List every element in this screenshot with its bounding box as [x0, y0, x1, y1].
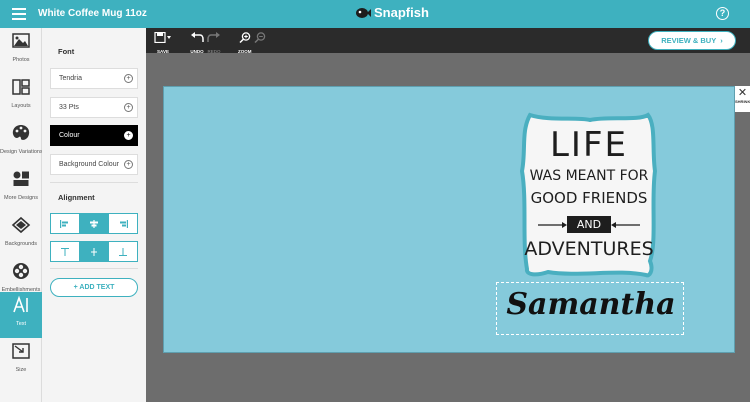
align-left-icon	[60, 219, 68, 228]
redo-icon	[207, 32, 220, 42]
nav-item-size[interactable]: Size	[0, 338, 42, 384]
undo-label: UNDO	[190, 49, 204, 54]
expand-icon: +	[124, 74, 133, 83]
hamburger-menu-icon[interactable]	[12, 8, 26, 20]
left-nav: Photos Layouts Design Variations More De…	[0, 28, 43, 402]
size-icon	[12, 343, 30, 359]
save-icon	[154, 31, 171, 44]
nav-item-backgrounds[interactable]: Backgrounds	[0, 212, 42, 258]
zoom-label: ZOOM	[238, 49, 252, 54]
add-text-button[interactable]: + ADD TEXT	[50, 278, 138, 297]
embellishments-icon	[13, 263, 29, 279]
zoom-out-icon	[254, 32, 266, 44]
personalized-name[interactable]: Samantha	[497, 287, 685, 322]
horizontal-alignment-group	[50, 213, 138, 234]
align-left-button[interactable]	[51, 214, 80, 233]
zoom-in-button[interactable]: ZOOM	[238, 30, 252, 54]
font-family-field[interactable]: Tendria +	[50, 68, 138, 89]
review-and-buy-button[interactable]: REVIEW & BUY ›	[648, 31, 736, 50]
align-middle-button[interactable]	[80, 242, 109, 261]
more-designs-icon	[13, 171, 29, 186]
editor-toolbar: SAVE UNDO REDO ZOOM REVIEW & BUY ›	[146, 28, 750, 54]
font-family-value: Tendria	[59, 75, 82, 82]
background-colour-field[interactable]: Background Colour +	[50, 154, 138, 175]
quote-line-3: GOOD FRIENDS	[530, 189, 648, 207]
nav-label: Text	[15, 321, 27, 327]
side-close-tab[interactable]: ✕ SHRINK	[735, 86, 750, 112]
align-right-button[interactable]	[109, 214, 137, 233]
align-middle-icon	[91, 247, 97, 256]
align-center-button[interactable]	[80, 214, 109, 233]
nav-item-photos[interactable]: Photos	[0, 28, 42, 74]
nav-label: More Designs	[4, 195, 38, 201]
quote-artwork[interactable]: LIFE WAS MEANT FOR GOOD FRIENDS AND ADVE…	[518, 111, 660, 279]
palette-icon	[12, 125, 30, 140]
nav-label: Layouts	[11, 103, 31, 109]
photos-icon	[12, 33, 30, 48]
nav-label: Backgrounds	[4, 241, 38, 247]
quote-line-4: AND	[567, 216, 611, 233]
zoom-in-icon	[239, 32, 250, 44]
nav-item-text[interactable]: Text	[0, 292, 42, 338]
name-text-box[interactable]: Samantha	[496, 282, 684, 335]
chevron-right-icon: ›	[718, 36, 723, 45]
nav-item-more-designs[interactable]: More Designs	[0, 166, 42, 212]
expand-icon: +	[124, 103, 133, 112]
font-size-field[interactable]: 33 Pts +	[50, 97, 138, 118]
save-button[interactable]: SAVE	[154, 30, 172, 54]
text-icon	[13, 295, 28, 313]
quote-line-2: WAS MEANT FOR	[529, 168, 649, 184]
undo-icon	[191, 32, 204, 42]
align-bottom-button[interactable]	[109, 242, 137, 261]
alignment-heading: Alignment	[58, 193, 95, 202]
text-properties-panel: Font Tendria + 33 Pts + Colour + Backgro…	[42, 28, 146, 402]
redo-button[interactable]: REDO	[207, 30, 221, 54]
nav-label: Size	[15, 367, 27, 373]
expand-icon: +	[124, 160, 133, 169]
quote-line-5: ADVENTURES	[524, 238, 654, 260]
layouts-icon	[12, 79, 30, 95]
backgrounds-icon	[11, 216, 31, 234]
divider	[50, 268, 138, 269]
close-icon: ✕	[737, 87, 748, 99]
font-heading: Font	[58, 47, 75, 56]
top-bar: White Coffee Mug 11oz Snapfish ?	[0, 0, 750, 28]
save-label: SAVE	[157, 49, 169, 54]
vertical-alignment-group	[50, 241, 138, 262]
align-bottom-icon	[119, 247, 127, 256]
brand-logo[interactable]: Snapfish	[355, 5, 429, 20]
brand-name: Snapfish	[374, 5, 429, 20]
nav-item-design-variations[interactable]: Design Variations	[0, 120, 43, 166]
side-tab-label: SHRINK	[735, 99, 750, 104]
align-right-icon	[120, 219, 128, 228]
document-title: White Coffee Mug 11oz	[38, 8, 147, 19]
quote-line-1: LIFE	[549, 125, 628, 165]
review-label: REVIEW & BUY	[661, 36, 717, 45]
align-top-button[interactable]	[51, 242, 80, 261]
nav-label: Design Variations	[0, 149, 43, 155]
fish-icon	[356, 7, 371, 18]
colour-label: Colour	[59, 132, 80, 139]
colour-field[interactable]: Colour +	[50, 125, 138, 146]
align-top-icon	[61, 247, 69, 256]
align-center-icon	[90, 219, 98, 228]
zoom-out-button[interactable]	[254, 30, 266, 48]
nav-label: Photos	[12, 57, 30, 63]
expand-icon: +	[124, 131, 133, 140]
nav-item-layouts[interactable]: Layouts	[0, 74, 42, 120]
help-icon[interactable]: ?	[716, 7, 729, 20]
font-size-value: 33 Pts	[59, 104, 79, 111]
background-colour-label: Background Colour	[59, 161, 119, 168]
divider	[50, 182, 138, 183]
undo-button[interactable]: UNDO	[190, 30, 204, 54]
redo-label: REDO	[207, 49, 221, 54]
